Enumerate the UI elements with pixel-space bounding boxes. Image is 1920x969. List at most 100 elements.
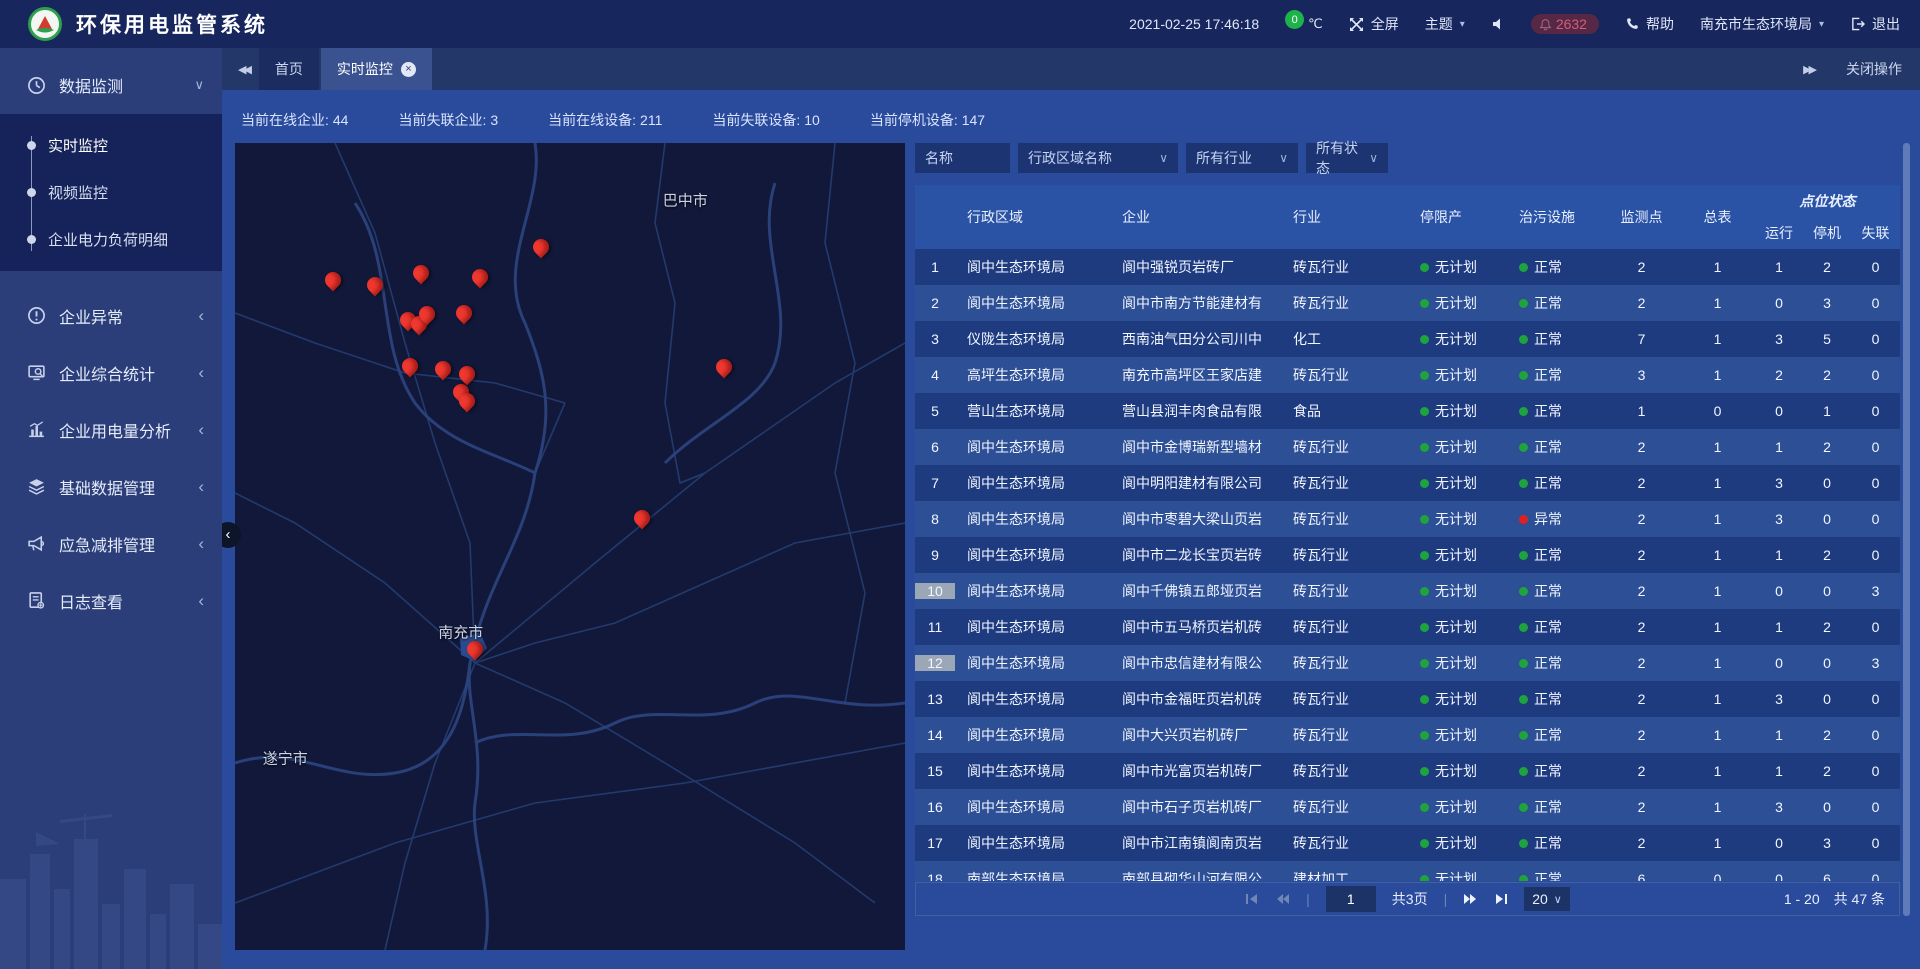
cell-facility-status: 正常 bbox=[1507, 761, 1603, 781]
cell-lost: 0 bbox=[1851, 871, 1900, 881]
sidebar-item-emergency-reduction[interactable]: 应急减排管理 ‹ bbox=[0, 515, 222, 572]
map[interactable]: 巴中市 南充市 遂宁市 bbox=[235, 143, 905, 950]
cell-company: 阆中市光富页岩机砖厂 bbox=[1100, 761, 1285, 781]
table-row[interactable]: 12 阆中生态环境局 阆中市忠信建材有限公 砖瓦行业 无计划 正常 2 bbox=[915, 645, 1900, 681]
first-page-button[interactable] bbox=[1245, 893, 1259, 905]
table-row[interactable]: 9 阆中生态环境局 阆中市二龙长宝页岩砖 砖瓦行业 无计划 正常 2 bbox=[915, 537, 1900, 573]
cell-region: 仪陇生态环境局 bbox=[955, 329, 1100, 349]
page-number-input[interactable] bbox=[1326, 886, 1376, 912]
close-operations-button[interactable]: 关闭操作 bbox=[1846, 59, 1902, 79]
sidebar-item-company-abnormal[interactable]: 企业异常 ‹ bbox=[0, 287, 222, 344]
scroll-tabs-right-button[interactable]: ▶▶ bbox=[1787, 63, 1824, 76]
cell-production-status: 无计划 bbox=[1408, 869, 1507, 881]
range-label: 1 - 20 bbox=[1784, 891, 1820, 907]
cell-running: 1 bbox=[1755, 763, 1803, 779]
table-row[interactable]: 17 阆中生态环境局 阆中市江南镇阆南页岩 砖瓦行业 无计划 正常 2 bbox=[915, 825, 1900, 861]
help-button[interactable]: 帮助 bbox=[1625, 14, 1674, 34]
logout-button[interactable]: 退出 bbox=[1850, 14, 1900, 34]
cell-industry: 砖瓦行业 bbox=[1285, 365, 1408, 385]
table-row[interactable]: 2 阆中生态环境局 阆中市南方节能建材有 砖瓦行业 无计划 正常 2 bbox=[915, 285, 1900, 321]
cell-production-status: 无计划 bbox=[1408, 437, 1507, 457]
theme-dropdown[interactable]: 主题 ▾ bbox=[1425, 14, 1465, 34]
cell-main-meters: 1 bbox=[1680, 259, 1755, 275]
status-dot-icon bbox=[1420, 335, 1429, 344]
next-page-button[interactable] bbox=[1463, 893, 1478, 905]
cell-lost: 0 bbox=[1851, 691, 1900, 707]
cell-running: 0 bbox=[1755, 655, 1803, 671]
status-dot-icon bbox=[1420, 263, 1429, 272]
chevron-down-icon: ∨ bbox=[1369, 151, 1378, 165]
cell-company: 阆中市金福旺页岩机砖 bbox=[1100, 689, 1285, 709]
column-header-meter: 总表 bbox=[1680, 185, 1755, 249]
table-row[interactable]: 3 仪陇生态环境局 西南油气田分公司川中 化工 无计划 正常 7 bbox=[915, 321, 1900, 357]
chevron-down-icon: ∨ bbox=[1159, 151, 1168, 165]
fullscreen-button[interactable]: 全屏 bbox=[1349, 14, 1399, 34]
last-page-icon bbox=[1494, 893, 1508, 905]
cell-facility-status: 正常 bbox=[1507, 329, 1603, 349]
cell-index: 7 bbox=[915, 475, 955, 491]
sidebar-item-label: 日志查看 bbox=[59, 589, 123, 613]
sidebar-item-company-statistics[interactable]: 企业综合统计 ‹ bbox=[0, 344, 222, 401]
table-row[interactable]: 7 阆中生态环境局 阆中明阳建材有限公司 砖瓦行业 无计划 正常 2 bbox=[915, 465, 1900, 501]
vertical-scrollbar[interactable] bbox=[1903, 143, 1910, 916]
table-row[interactable]: 1 阆中生态环境局 阆中强锐页岩砖厂 砖瓦行业 无计划 正常 2 bbox=[915, 249, 1900, 285]
org-dropdown[interactable]: 南充市生态环境局 ▾ bbox=[1700, 14, 1824, 34]
temperature-badge: 0 ℃ bbox=[1285, 16, 1323, 32]
cell-company: 南充市高坪区王家店建 bbox=[1100, 365, 1285, 385]
sidebar-item-video-monitoring[interactable]: 视频监控 bbox=[0, 169, 222, 216]
tab-home[interactable]: 首页 bbox=[259, 48, 319, 90]
cell-index: 18 bbox=[915, 871, 955, 881]
cell-monitor-points: 2 bbox=[1603, 835, 1680, 851]
table-row[interactable]: 13 阆中生态环境局 阆中市金福旺页岩机砖 砖瓦行业 无计划 正常 2 bbox=[915, 681, 1900, 717]
cell-facility-status: 正常 bbox=[1507, 617, 1603, 637]
table-row[interactable]: 8 阆中生态环境局 阆中市枣碧大梁山页岩 砖瓦行业 无计划 异常 2 bbox=[915, 501, 1900, 537]
table-row[interactable]: 14 阆中生态环境局 阆中大兴页岩机砖厂 砖瓦行业 无计划 正常 2 bbox=[915, 717, 1900, 753]
sidebar-item-power-usage-analysis[interactable]: 企业用电量分析 ‹ bbox=[0, 401, 222, 458]
table-row[interactable]: 5 营山生态环境局 营山县润丰肉食品有限 食品 无计划 正常 1 bbox=[915, 393, 1900, 429]
cell-main-meters: 1 bbox=[1680, 511, 1755, 527]
status-dot-icon bbox=[1420, 587, 1429, 596]
column-header-running: 运行 bbox=[1755, 217, 1803, 249]
scroll-tabs-left-button[interactable]: ◀◀ bbox=[222, 63, 259, 76]
cell-production-status: 无计划 bbox=[1408, 509, 1507, 529]
sidebar-item-base-data-management[interactable]: 基础数据管理 ‹ bbox=[0, 458, 222, 515]
name-search-input[interactable] bbox=[915, 143, 1010, 173]
alert-circle-icon bbox=[27, 306, 46, 325]
cell-facility-status: 正常 bbox=[1507, 869, 1603, 881]
table-row[interactable]: 4 高坪生态环境局 南充市高坪区王家店建 砖瓦行业 无计划 正常 3 bbox=[915, 357, 1900, 393]
table-row[interactable]: 18 南部生态环境局 南部县砌华山河有限公 建材加工 无计划 正常 6 bbox=[915, 861, 1900, 881]
pagination-bar: | 共3页 | 20 ∨ bbox=[915, 882, 1900, 916]
sidebar-item-log-view[interactable]: 日志查看 ‹ bbox=[0, 572, 222, 629]
tab-realtime-monitoring[interactable]: 实时监控 × bbox=[321, 48, 432, 90]
cell-region: 阆中生态环境局 bbox=[955, 509, 1100, 529]
mute-button[interactable] bbox=[1491, 17, 1505, 31]
table-row[interactable]: 6 阆中生态环境局 阆中市金博瑞新型墙材 砖瓦行业 无计划 正常 2 bbox=[915, 429, 1900, 465]
sidebar-item-realtime-monitoring[interactable]: 实时监控 bbox=[0, 122, 222, 169]
cell-index: 8 bbox=[915, 511, 955, 527]
close-tab-icon[interactable]: × bbox=[401, 62, 416, 77]
sidebar-item-power-load-detail[interactable]: 企业电力负荷明细 bbox=[0, 216, 222, 263]
region-select[interactable]: 行政区域名称 ∨ bbox=[1018, 143, 1178, 173]
cell-stopped: 0 bbox=[1803, 799, 1851, 815]
cell-monitor-points: 2 bbox=[1603, 439, 1680, 455]
table-row[interactable]: 15 阆中生态环境局 阆中市光富页岩机砖厂 砖瓦行业 无计划 正常 2 bbox=[915, 753, 1900, 789]
status-dot-icon bbox=[1519, 839, 1528, 848]
sidebar-item-label: 企业异常 bbox=[59, 304, 123, 328]
status-select[interactable]: 所有状态 ∨ bbox=[1306, 143, 1388, 173]
notification-badge[interactable]: 2632 bbox=[1531, 14, 1599, 34]
previous-page-button[interactable] bbox=[1275, 893, 1290, 905]
cell-production-status: 无计划 bbox=[1408, 473, 1507, 493]
last-page-button[interactable] bbox=[1494, 893, 1508, 905]
page-size-select[interactable]: 20 ∨ bbox=[1524, 887, 1570, 911]
table-row[interactable]: 10 阆中生态环境局 阆中千佛镇五郎垭页岩 砖瓦行业 无计划 正常 2 bbox=[915, 573, 1900, 609]
table-row[interactable]: 16 阆中生态环境局 阆中市石子页岩机砖厂 砖瓦行业 无计划 正常 2 bbox=[915, 789, 1900, 825]
cell-production-status: 无计划 bbox=[1408, 689, 1507, 709]
cell-running: 3 bbox=[1755, 475, 1803, 491]
sidebar-item-data-monitoring[interactable]: 数据监测 ∨ bbox=[0, 56, 222, 114]
table-row[interactable]: 11 阆中生态环境局 阆中市五马桥页岩机砖 砖瓦行业 无计划 正常 2 bbox=[915, 609, 1900, 645]
cell-running: 1 bbox=[1755, 439, 1803, 455]
industry-select[interactable]: 所有行业 ∨ bbox=[1186, 143, 1298, 173]
cell-monitor-points: 2 bbox=[1603, 583, 1680, 599]
cell-running: 3 bbox=[1755, 331, 1803, 347]
previous-page-icon bbox=[1275, 893, 1290, 905]
